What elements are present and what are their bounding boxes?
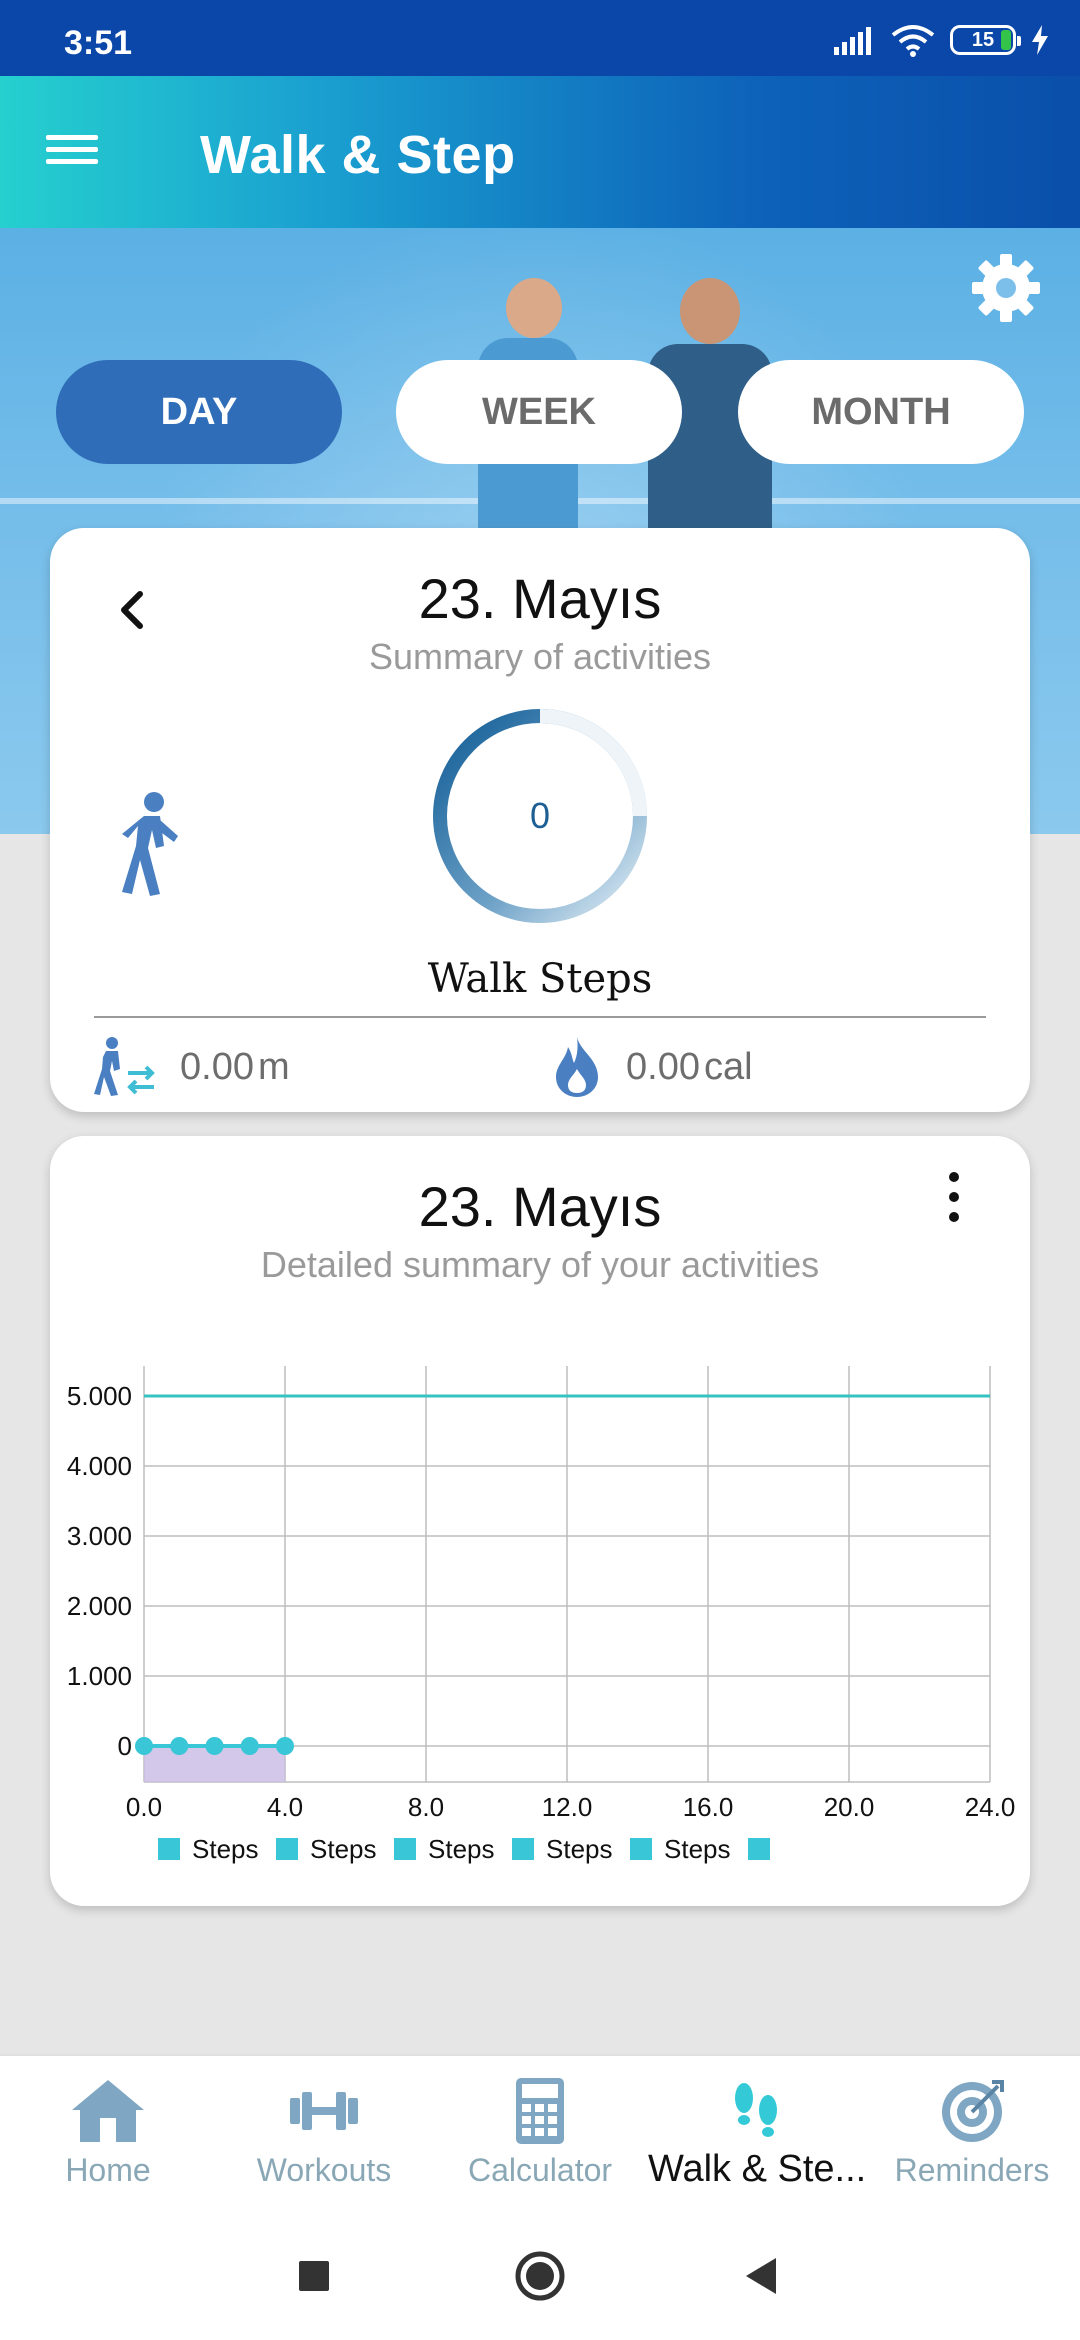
distance-walker-icon: [94, 1037, 155, 1096]
summary-card: 23. Mayıs Summary of activities 0 Walk S…: [50, 528, 1030, 1112]
battery-icon: 15: [950, 25, 1021, 55]
nav-walk-step[interactable]: Walk & Ste...: [648, 2056, 864, 2212]
chart-x-tick-label: 16.0: [683, 1792, 734, 1822]
chart-y-tick-label: 1.000: [67, 1661, 132, 1691]
summary-divider: [94, 1016, 986, 1018]
chart-y-tick-label: 4.000: [67, 1451, 132, 1481]
chart-legend-swatch: [158, 1838, 180, 1860]
summary-date: 23. Mayıs: [418, 567, 662, 630]
tab-week[interactable]: WEEK: [396, 360, 682, 464]
target-icon: [942, 2080, 1004, 2142]
detail-card: 23. Mayıs Detailed summary of your activ…: [50, 1136, 1030, 1906]
calories-value: 0.00: [626, 1045, 700, 1088]
tab-day[interactable]: DAY: [56, 360, 342, 464]
flame-icon: [556, 1037, 598, 1097]
chart-x-tick-label: 4.0: [267, 1792, 303, 1822]
home-circle-icon[interactable]: [510, 2246, 570, 2306]
summary-subtitle: Summary of activities: [368, 636, 712, 677]
chart-data-point: [135, 1737, 153, 1755]
chart-x-tick-label: 0.0: [126, 1792, 162, 1822]
nav-walk-step-label: Walk & Ste...: [648, 2148, 864, 2190]
distance-stat: 0.00 m: [94, 1032, 290, 1102]
chart-legend-label: Steps: [428, 1834, 495, 1864]
nav-reminders[interactable]: Reminders: [864, 2056, 1080, 2212]
tab-month[interactable]: MONTH: [738, 360, 1024, 464]
steps-chart: 0.0 4.0 8.0 12.0 16.0 20.0 24.0 0 1.000 2.000 3.00…: [67, 1366, 1016, 1864]
steps-count: 0: [529, 795, 551, 836]
chart-x-tick-label: 20.0: [824, 1792, 875, 1822]
settings-gear-icon[interactable]: [968, 250, 1044, 326]
chart-data-point: [205, 1737, 224, 1755]
chart-legend-swatch: [748, 1838, 770, 1860]
chart-x-tick-label: 12.0: [542, 1792, 593, 1822]
calculator-icon: [516, 2078, 564, 2144]
recents-square-icon[interactable]: [284, 2246, 344, 2306]
nav-home-label: Home: [65, 2152, 151, 2188]
dumbbell-icon: [290, 2092, 358, 2130]
footsteps-icon: [735, 2083, 777, 2137]
chart-x-tick-label: 24.0: [965, 1792, 1016, 1822]
chart-legend-swatch: [630, 1838, 652, 1860]
nav-home[interactable]: Home: [0, 2056, 216, 2212]
distance-unit: m: [257, 1045, 290, 1088]
home-icon: [72, 2080, 144, 2142]
back-triangle-icon[interactable]: [730, 2246, 790, 2306]
nav-calculator-label: Calculator: [467, 2152, 613, 2188]
app-bar: Walk & Step: [0, 76, 1080, 228]
status-bar: 3:51 15: [0, 0, 1080, 76]
nav-calculator[interactable]: Calculator: [432, 2056, 648, 2212]
steps-label: Walk Steps: [427, 956, 653, 1002]
chart-y-tick-label: 3.000: [67, 1521, 132, 1551]
chart-legend-swatch: [394, 1838, 416, 1860]
nav-workouts-label: Workouts: [256, 2152, 392, 2188]
bottom-navigation: Home Workouts Calculator Walk & Ste... R…: [0, 2054, 1080, 2210]
detail-date: 23. Mayıs: [418, 1175, 662, 1238]
signal-icon: [834, 27, 871, 55]
chart-data-point: [240, 1737, 259, 1755]
more-options-button[interactable]: [942, 1172, 966, 1232]
app-title: Walk & Step: [200, 125, 516, 185]
status-icons: 15: [832, 22, 1050, 58]
wifi-icon: [891, 25, 935, 57]
chart-y-tick-label: 5.000: [67, 1381, 132, 1411]
status-time: 3:51: [64, 24, 133, 62]
detail-subtitle: Detailed summary of your activities: [260, 1244, 820, 1285]
battery-level: 15: [971, 28, 995, 51]
charging-icon: [1032, 25, 1048, 55]
chart-legend-swatch: [512, 1838, 534, 1860]
chart-legend-label: Steps: [192, 1834, 259, 1864]
chart-legend-swatch: [276, 1838, 298, 1860]
calories-unit: cal: [703, 1045, 753, 1088]
nav-workouts[interactable]: Workouts: [216, 2056, 432, 2212]
walking-person-icon: [122, 792, 178, 896]
system-navigation-bar: [0, 2210, 1080, 2340]
menu-button[interactable]: [46, 128, 108, 178]
distance-value: 0.00: [180, 1045, 254, 1088]
chart-data-point: [170, 1737, 189, 1755]
chart-data-point: [276, 1737, 294, 1755]
chart-legend-label: Steps: [310, 1834, 377, 1864]
chart-y-tick-label: 2.000: [67, 1591, 132, 1621]
nav-reminders-label: Reminders: [894, 2152, 1050, 2188]
chart-x-tick-label: 8.0: [408, 1792, 444, 1822]
chart-y-tick-label: 0: [118, 1731, 132, 1761]
calories-stat: 0.00 cal: [550, 1032, 753, 1102]
chart-legend-label: Steps: [664, 1834, 731, 1864]
chart-legend-label: Steps: [546, 1834, 613, 1864]
